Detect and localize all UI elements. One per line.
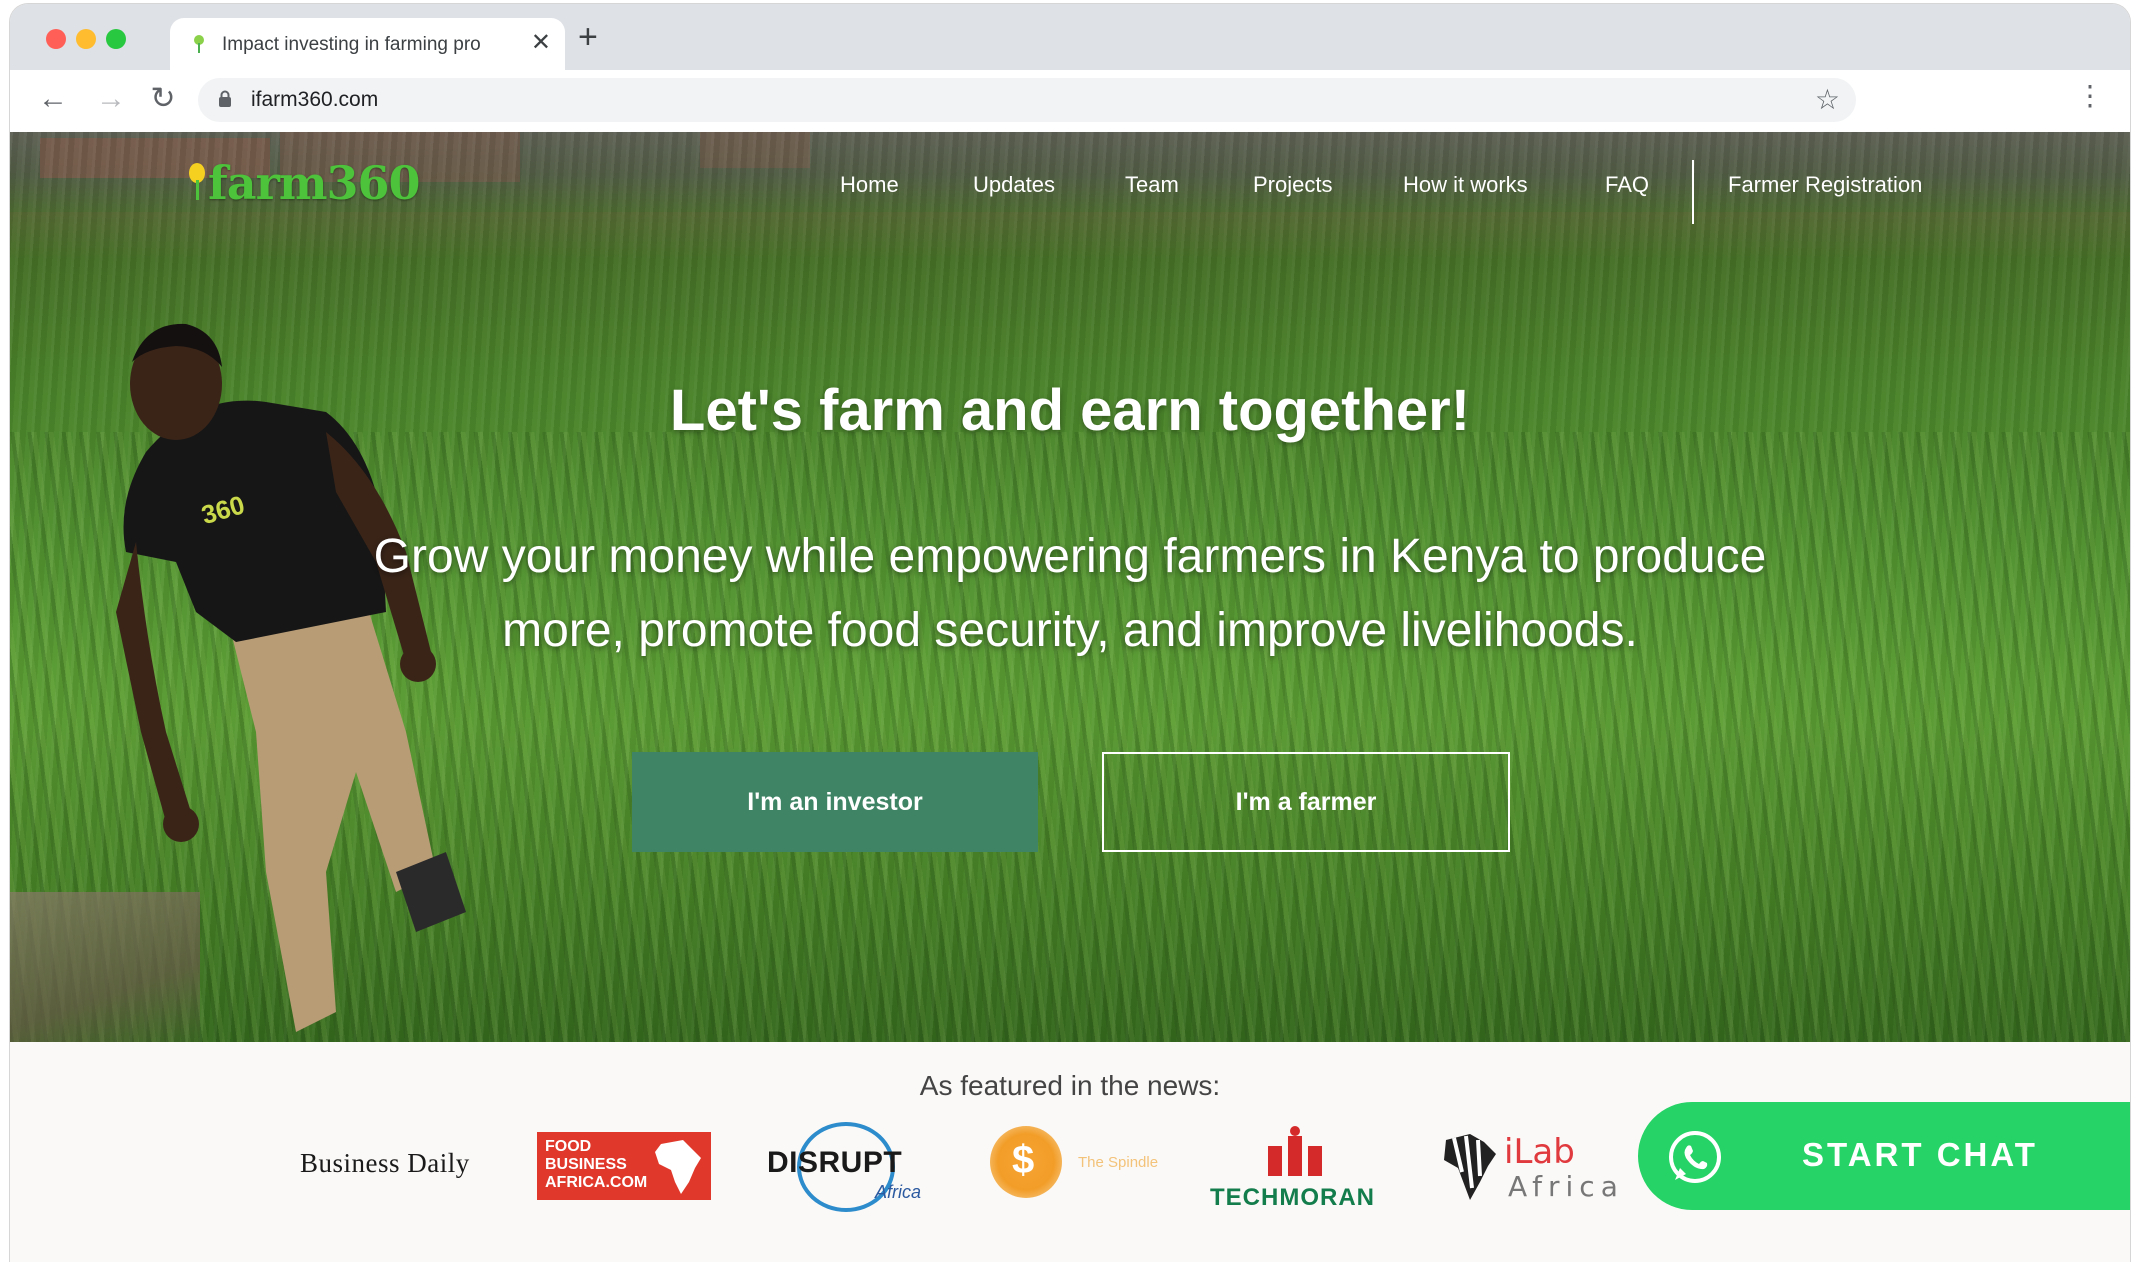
browser-toolbar: ← → ↻ ifarm360.com ☆ ⋮ [10,70,2130,133]
farmer-button[interactable]: I'm a farmer [1102,752,1510,852]
disrupt-africa-logo: DISRUPT Africa [757,1120,947,1212]
techmoran-logo: TECHMORAN [1210,1126,1390,1216]
the-spindle-logo: $ The Spindle [980,1124,1170,1204]
africa-map-icon [655,1140,701,1194]
hero-section: 360 farm360 Home Updates Team Projects H… [10,132,2130,1042]
dollar-icon: $ [1012,1138,1035,1182]
press-heading: As featured in the news: [919,1070,1221,1101]
tab-title: Impact investing in farming pro [222,34,481,55]
food-business-africa-logo: FOOD BUSINESS AFRICA.COM [537,1132,711,1200]
disrupt-word: DISRUPT [767,1146,903,1179]
techmoran-word: TECHMORAN [1210,1184,1375,1211]
address-bar[interactable]: ifarm360.com ☆ [198,78,1856,122]
nav-divider [1692,160,1694,224]
spindle-word: The Spindle [1078,1154,1159,1171]
new-tab-button[interactable]: + [578,20,598,54]
reload-icon[interactable]: ↻ [146,82,180,116]
browser-window: Impact investing in farming pro ✕ + ← → … [10,4,2130,1262]
forward-arrow-icon[interactable]: → [94,82,128,116]
tab-close-icon[interactable]: ✕ [531,30,551,56]
bookmark-star-icon[interactable]: ☆ [1815,85,1840,115]
nav-farmer-registration[interactable]: Farmer Registration [1728,172,1922,198]
nav-projects[interactable]: Projects [1253,172,1332,198]
browser-tab[interactable]: Impact investing in farming pro ✕ [170,18,565,70]
url-text[interactable]: ifarm360.com [251,88,378,112]
maximize-window-button[interactable] [106,29,126,49]
ilab-africa-logo: iLab Africa [1432,1132,1632,1212]
africa-stripes-icon [1444,1134,1496,1200]
nav-faq[interactable]: FAQ [1605,172,1649,198]
tab-strip: Impact investing in farming pro ✕ + [10,4,2130,70]
start-chat-label: START CHAT [1802,1136,2038,1173]
business-daily-logo: Business Daily [300,1148,470,1178]
ilab-word: iLab [1504,1132,1575,1172]
close-window-button[interactable] [46,29,66,49]
hero-headline: Let's farm and earn together! [669,378,1471,443]
start-chat-button[interactable]: START CHAT [1638,1102,2130,1210]
nav-updates[interactable]: Updates [973,172,1055,198]
ilab-africa-word: Africa [1508,1170,1624,1203]
back-arrow-icon[interactable]: ← [36,82,70,116]
logo-text: farm360 [208,156,421,210]
press-section: As featured in the news: Business Daily … [10,1042,2130,1262]
disrupt-africa-word: Africa [875,1182,922,1202]
leaf-logo-icon [189,163,205,200]
lock-icon [219,90,231,107]
nav-how-it-works[interactable]: How it works [1403,172,1528,198]
minimize-window-button[interactable] [76,29,96,49]
browser-menu-icon[interactable]: ⋮ [2076,82,2104,110]
favicon-icon [194,35,204,53]
hero-subheadline: Grow your money while empowering farmers… [373,530,1767,657]
nav-home[interactable]: Home [840,172,899,198]
site-logo[interactable]: farm360 [186,156,421,210]
nav-team[interactable]: Team [1125,172,1179,198]
investor-button[interactable]: I'm an investor [632,752,1038,852]
whatsapp-icon [1669,1131,1721,1183]
techmoran-emblem-icon [1268,1126,1322,1176]
